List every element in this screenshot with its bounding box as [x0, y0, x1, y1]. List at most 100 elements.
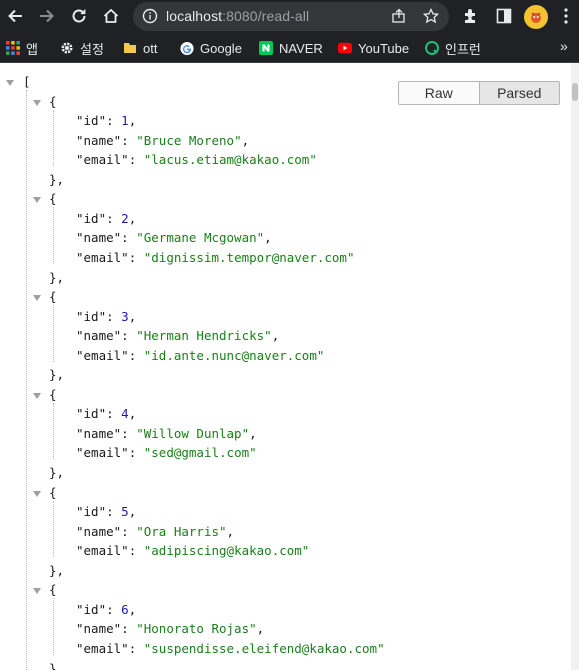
bookmark-ott[interactable]: ott [123, 39, 157, 57]
view-mode-toggle: Raw Parsed [398, 81, 560, 105]
collapse-object-caret-icon[interactable] [33, 588, 41, 595]
scrollbar[interactable] [571, 63, 579, 670]
parsed-button[interactable]: Parsed [479, 82, 559, 104]
bookmark-star-icon[interactable] [423, 8, 439, 24]
json-key: "id" [76, 406, 107, 422]
object-open-brace: { [49, 386, 57, 402]
json-field-row: "name": "Bruce Moreno", [76, 132, 250, 148]
object-close-brace: }, [49, 562, 65, 578]
json-key: "id" [76, 504, 107, 520]
record-email: lacus.etiam@kakao.com [151, 152, 310, 168]
youtube-icon [338, 41, 352, 55]
site-info-icon[interactable] [142, 8, 158, 24]
object-close-brace: }, [49, 465, 65, 480]
object-open-brace: { [49, 582, 57, 598]
json-key: "email" [76, 543, 129, 559]
gear-icon [60, 41, 74, 55]
json-viewer: Raw Parsed [ { "id": 1, "name": "Bruce More… [0, 63, 579, 670]
back-button[interactable] [2, 3, 28, 29]
json-field-row: "id": 2, [76, 210, 137, 226]
bookmark-inflearn[interactable]: 인프런 [425, 39, 481, 57]
google-icon [180, 41, 194, 55]
json-key: "name" [76, 328, 122, 344]
json-key: "id" [76, 601, 107, 617]
reload-icon [72, 9, 86, 23]
record-name: Honorato Rojas [143, 621, 250, 637]
json-field-row: "id": 1, [76, 113, 137, 129]
browser-toolbar: localhost:8080/read-all [0, 0, 579, 34]
json-field-row: "id": 4, [76, 406, 137, 422]
raw-button[interactable]: Raw [399, 82, 479, 104]
json-field-row: "email": "suspendisse.eleifend@kakao.com… [76, 640, 385, 656]
json-key: "name" [76, 230, 122, 246]
scrollbar-thumb[interactable] [572, 83, 578, 101]
json-key: "name" [76, 621, 122, 637]
json-field-row: "name": "Germane Mcgowan", [76, 230, 272, 246]
json-field-row: "email": "dignissim.tempor@naver.com" [76, 249, 355, 265]
record-name: Willow Dunlap [143, 425, 242, 441]
profile-avatar[interactable] [524, 5, 548, 29]
json-field-row: "email": "id.ante.nunc@naver.com" [76, 347, 325, 363]
reload-button[interactable] [66, 3, 92, 29]
object-indent-guide [53, 500, 54, 558]
record-email: dignissim.tempor@naver.com [151, 249, 347, 265]
bookmark-youtube[interactable]: YouTube [338, 39, 409, 57]
home-icon [103, 8, 119, 23]
collapse-array-caret-icon[interactable] [6, 80, 14, 86]
profile-character-icon [531, 12, 541, 23]
json-field-row: "id": 6, [76, 601, 137, 617]
record-name: Herman Hendricks [143, 328, 265, 344]
url-text[interactable]: localhost:8080/read-all [166, 8, 309, 24]
bookmark-google[interactable]: Google [180, 39, 242, 57]
array-open-bracket: [ [23, 74, 31, 89]
json-key: "id" [76, 210, 107, 226]
json-field-row: "email": "sed@gmail.com" [76, 445, 257, 461]
json-key: "email" [76, 445, 129, 461]
json-field-row: "name": "Willow Dunlap", [76, 425, 257, 441]
json-field-row: "name": "Honorato Rojas", [76, 621, 265, 637]
home-button[interactable] [98, 3, 124, 29]
collapse-object-caret-icon[interactable] [33, 99, 41, 106]
record-id: 4 [121, 406, 129, 422]
collapse-object-caret-icon[interactable] [33, 197, 41, 204]
collapse-object-caret-icon[interactable] [33, 490, 41, 497]
address-bar[interactable]: localhost:8080/read-all [133, 2, 449, 31]
collapse-object-caret-icon[interactable] [33, 392, 41, 399]
record-id: 5 [121, 504, 129, 520]
bookmark-apps[interactable]: 앱 [6, 39, 38, 57]
side-panel-icon [496, 8, 512, 24]
record-email: sed@gmail.com [151, 445, 250, 461]
object-indent-guide [53, 598, 54, 655]
collapse-object-caret-icon[interactable] [33, 295, 41, 302]
json-key: "id" [76, 113, 107, 129]
object-indent-guide [53, 109, 54, 167]
side-panel-button[interactable] [494, 6, 514, 26]
object-close-brace: } [49, 660, 57, 670]
naver-icon [259, 41, 273, 55]
bookmark-settings[interactable]: 설정 [60, 39, 104, 57]
object-indent-guide [53, 207, 54, 264]
json-field-row: "id": 3, [76, 308, 137, 324]
bookmark-naver[interactable]: NAVER [259, 39, 323, 57]
more-vert-icon[interactable] [563, 7, 569, 25]
more-bookmarks-chevron-icon[interactable]: » [560, 38, 568, 54]
json-field-row: "name": "Ora Harris", [76, 523, 235, 539]
json-key: "email" [76, 152, 129, 168]
json-field-row: "email": "adipiscing@kakao.com" [76, 543, 310, 559]
extensions-button[interactable] [461, 6, 481, 26]
record-name: Bruce Moreno [143, 132, 235, 148]
object-close-brace: }, [49, 171, 65, 187]
json-key: "email" [76, 640, 129, 656]
share-icon[interactable] [391, 8, 407, 24]
object-open-brace: { [49, 484, 57, 500]
forward-button[interactable] [34, 3, 60, 29]
json-key: "name" [76, 523, 122, 539]
json-key: "name" [76, 132, 122, 148]
object-indent-guide [53, 402, 54, 460]
json-key: "email" [76, 347, 129, 363]
record-id: 2 [121, 210, 129, 226]
object-indent-guide [53, 305, 54, 362]
object-open-brace: { [49, 191, 57, 207]
object-close-brace: }, [49, 367, 65, 383]
folder-icon [123, 41, 137, 55]
